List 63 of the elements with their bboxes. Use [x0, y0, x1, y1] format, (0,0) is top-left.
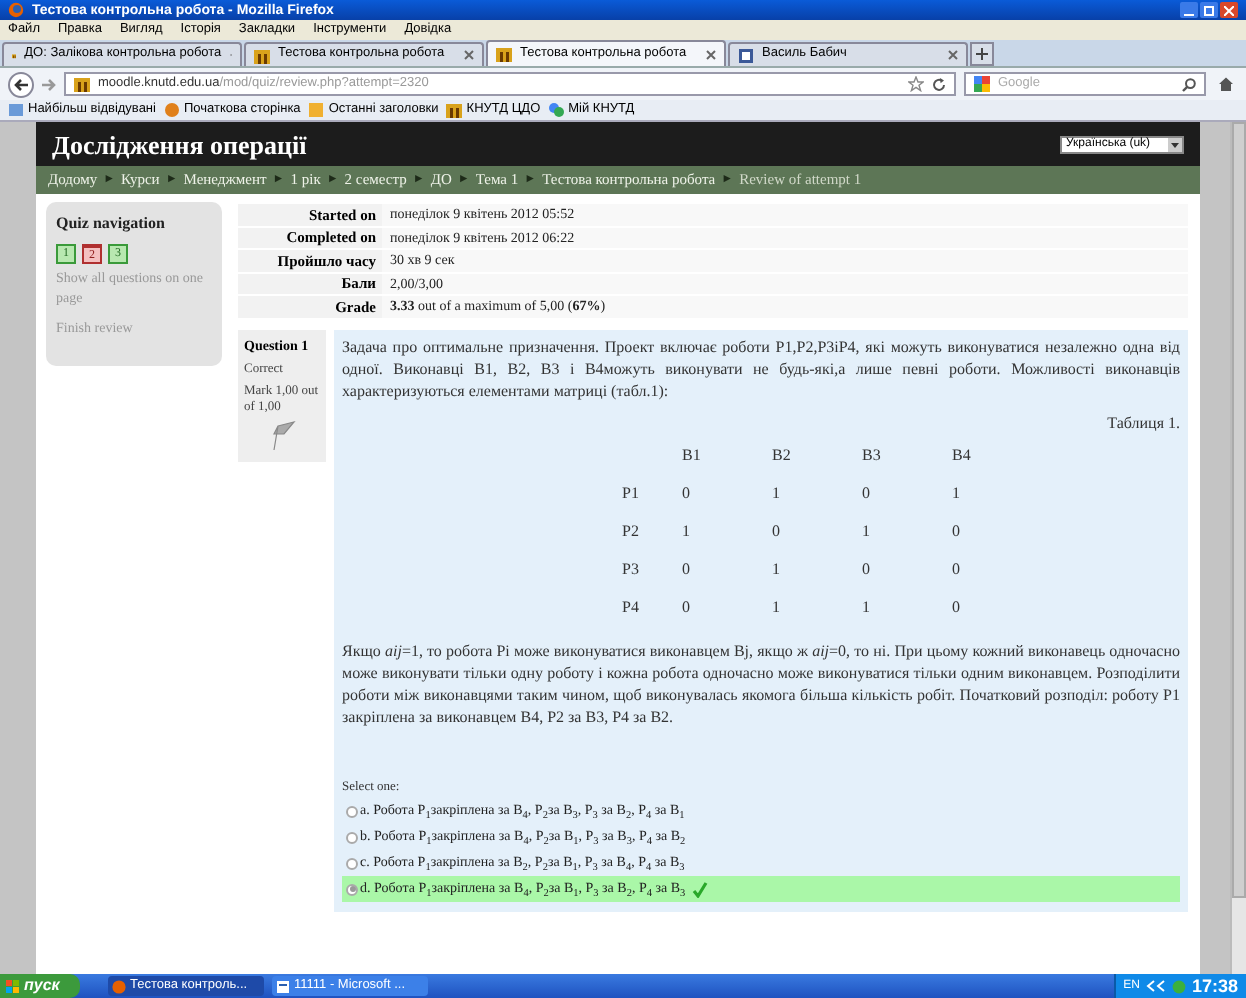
table-cell-text: 1 — [862, 520, 872, 544]
minimize-button[interactable] — [1180, 2, 1198, 18]
question-text: Задача про оптимальне призначення. Проект включає роботи P1,P2,P3іP4, які можуть виконуватися незалежно одна від одної. Виконавці B1, B2, B3 і B4можуть виконувати не будь-які,а лише певні роботи. Можливості виконавців характеризуються елементами матриці (табл.1): — [342, 335, 1180, 401]
row-header: P3 — [622, 558, 641, 582]
close-button[interactable] — [1220, 2, 1238, 18]
table-cell-text: 1 — [772, 596, 782, 620]
column-header: B4 — [952, 444, 973, 468]
radio-button[interactable] — [346, 831, 358, 844]
expand-arrows-icon[interactable] — [1145, 980, 1166, 992]
star-icon[interactable] — [908, 76, 924, 92]
site-title: Дослідження операції — [52, 131, 307, 157]
row-header: P2 — [622, 520, 641, 544]
windows-logo-icon — [6, 979, 20, 993]
table-cell-text: 0 — [952, 596, 962, 620]
table-caption: Таблиця 1. — [1105, 411, 1180, 435]
table-cell-text: 1 — [682, 520, 692, 544]
bookmark-folder-icon — [8, 102, 24, 118]
firefox-icon — [163, 102, 180, 118]
column-header: B1 — [682, 444, 703, 468]
maximize-button[interactable] — [1200, 2, 1218, 18]
table-cell-text: 0 — [862, 482, 872, 506]
table-cell-text: 1 — [772, 482, 782, 506]
table-cell-text: 0 — [682, 482, 692, 506]
firefox-icon — [112, 979, 126, 993]
table-cell-text: 1 — [862, 596, 872, 620]
radio-button[interactable] — [346, 805, 358, 818]
back-button[interactable] — [8, 71, 34, 97]
table-cell-text: 0 — [862, 558, 872, 582]
start-button[interactable]: пуск — [0, 974, 80, 998]
table-cell-text: 1 — [772, 558, 782, 582]
home-button[interactable] — [1214, 72, 1238, 96]
question-text: Якщо aij=1, то робота Pi може виконуватися виконавцем Bj, якщо ж aij=0, то ні. При цьому кожний виконавець одночасно може виконувати тільки одну роботу і кожна робота одночасно може виконуватися тільки одним виконавцем. Розподілити роботи між виконавцями таким чином, щоб виконувалась якомога більша кількість робіт. Початковий розподіл: роботу P1 закріплена за виконавцем B4, P2 за B3, P4 за B2. — [342, 639, 1180, 727]
flag-icon[interactable] — [268, 419, 296, 452]
maximize-icon — [1204, 5, 1214, 15]
feed-icon — [308, 102, 325, 118]
table-cell-text: 0 — [772, 520, 782, 544]
document-icon — [276, 979, 290, 993]
home-icon — [1218, 76, 1234, 92]
checkmark-icon — [691, 881, 708, 898]
firefox-icon — [8, 2, 24, 18]
row-header: P1 — [622, 482, 641, 506]
table-cell-text: 0 — [682, 596, 692, 620]
table-cell-text: 0 — [952, 520, 962, 544]
search-icon[interactable] — [1182, 77, 1196, 91]
new-tab-button[interactable] — [970, 42, 994, 66]
dropdown-arrow-icon — [1168, 137, 1182, 151]
radio-button[interactable] — [346, 857, 358, 870]
back-arrow-icon — [14, 77, 28, 91]
panel-title: Quiz navigation — [56, 212, 167, 236]
column-header: B2 — [772, 444, 793, 468]
table-cell-text: 1 — [952, 482, 962, 506]
page-icon — [738, 47, 754, 63]
clock-time: 17:38 — [1191, 977, 1238, 995]
forward-arrow-icon[interactable] — [42, 77, 56, 91]
row-header: P4 — [622, 596, 641, 620]
table-cell-text: 0 — [682, 558, 692, 582]
table-cell-text: 0 — [952, 558, 962, 582]
reload-icon[interactable] — [932, 77, 946, 91]
google-icon — [974, 76, 990, 92]
colored-circles-icon — [548, 102, 565, 118]
plus-icon — [976, 48, 988, 60]
radio-button[interactable] — [346, 883, 358, 896]
column-header: B3 — [862, 444, 883, 468]
